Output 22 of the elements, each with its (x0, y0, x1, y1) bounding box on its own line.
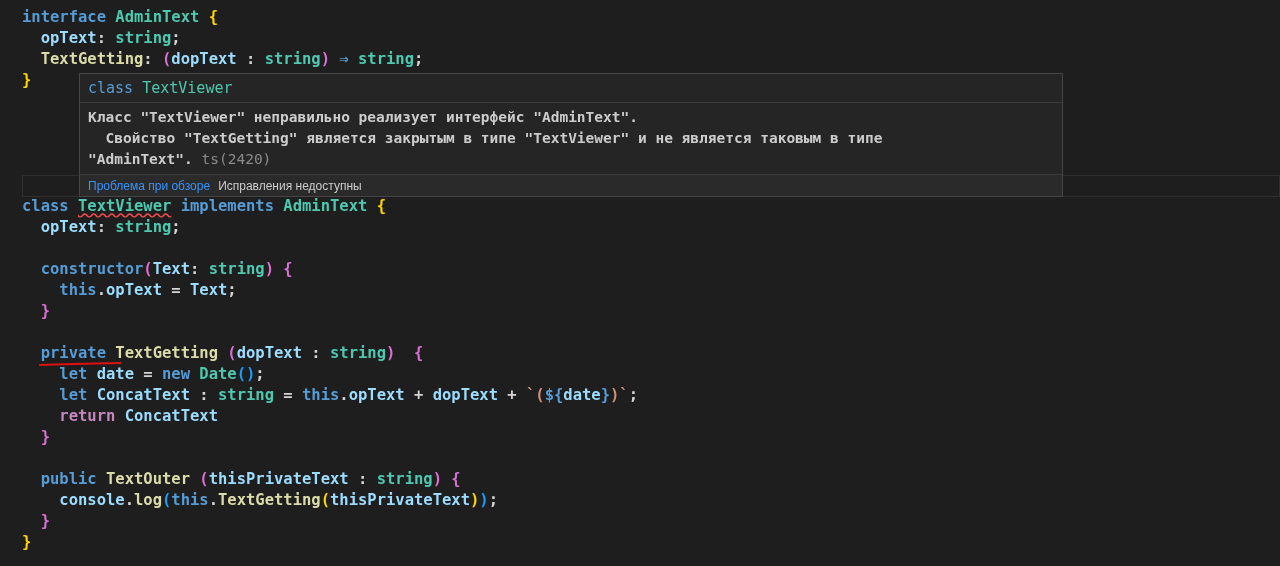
no-fixes-label: Исправления недоступны (218, 177, 362, 195)
code-line: private TextGetting (dopText : string) { (39, 344, 424, 362)
code-line: let date = new Date(); (58, 365, 265, 383)
code-line: interface AdminText { (22, 8, 218, 26)
code-line: let ConcatText : string = this.opText + dopText + `(${date})`; (58, 386, 638, 404)
code-line: public TextOuter (thisPrivateText : string) { (39, 470, 461, 488)
code-line: opText: string; (39, 218, 181, 236)
code-line: console.log(this.TextGetting(thisPrivateText)); (58, 491, 499, 509)
code-line: } (22, 533, 32, 551)
code-line: opText: string; (39, 29, 181, 47)
tooltip-signature: class TextViewer (80, 74, 1062, 103)
code-line: this.opText = Text; (58, 281, 237, 299)
code-line: } (22, 71, 32, 89)
view-problem-link[interactable]: Проблема при обзоре (88, 176, 211, 195)
code-line: return ConcatText (58, 407, 218, 425)
code-line: } (39, 428, 50, 446)
code-line: } (39, 302, 50, 320)
code-line: constructor(Text: string) { (39, 260, 293, 278)
code-line: } (39, 512, 50, 530)
error-message: Класс "TextViewer" неправильно реализует интерфейс "AdminText". Свойство "TextGetting" является закрытым в типе "TextViewer" и не является таковым в типе "AdminText". ts(2420) (87, 108, 884, 169)
code-line: TextGetting: (dopText : string) ⇒ string; (39, 50, 424, 68)
code-line: class TextViewer implements AdminText { (22, 197, 386, 215)
